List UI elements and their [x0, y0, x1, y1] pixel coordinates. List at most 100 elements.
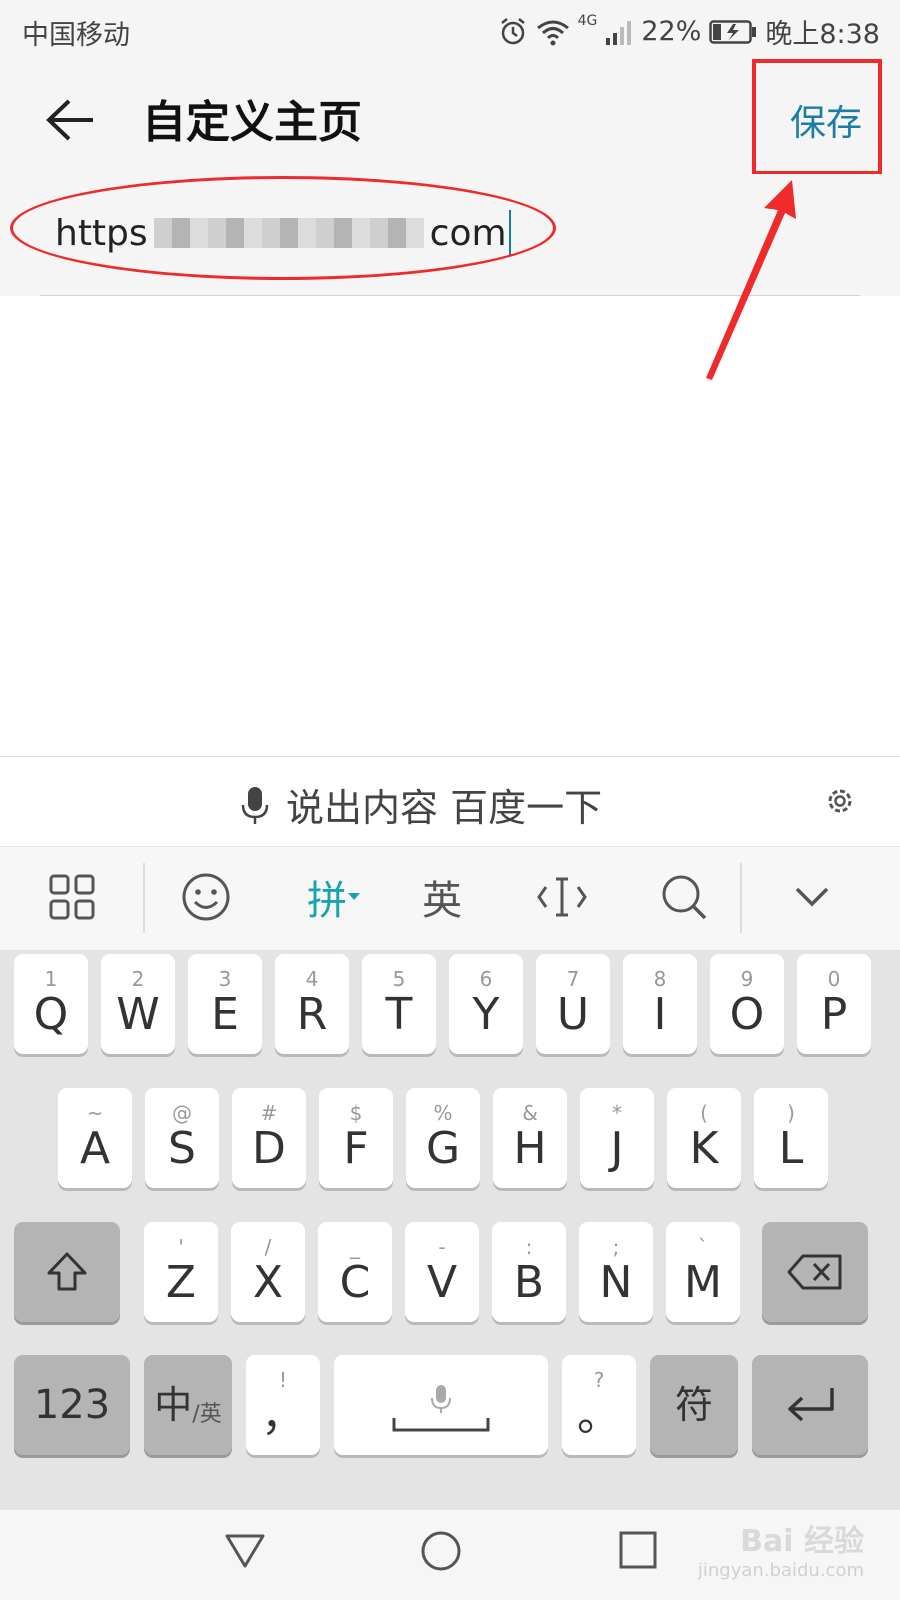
key-label: D	[252, 1123, 286, 1174]
key-f[interactable]: $ F	[319, 1088, 393, 1188]
key-label: T	[385, 989, 413, 1040]
english-mode-button[interactable]: 英	[414, 865, 470, 929]
chevron-down-icon	[795, 887, 829, 907]
key-label: Q	[33, 989, 69, 1040]
numbers-key[interactable]: 123	[14, 1355, 130, 1455]
key-label: J	[610, 1123, 624, 1174]
nav-recents-square-icon[interactable]	[618, 1530, 658, 1570]
watermark-logo: Bai 经验	[740, 1524, 864, 1559]
key-label: R	[296, 989, 328, 1040]
key-hint: ~	[86, 1101, 104, 1125]
key-hint: 0	[827, 967, 841, 991]
key-d[interactable]: # D	[232, 1088, 306, 1188]
pinyin-mode-button[interactable]: 拼	[296, 865, 372, 929]
key-hint: *	[612, 1101, 622, 1125]
key-i[interactable]: 8I	[623, 954, 697, 1054]
hide-keyboard-button[interactable]	[792, 865, 832, 929]
backspace-key[interactable]	[762, 1222, 868, 1322]
key-y[interactable]: 6Y	[449, 954, 523, 1054]
symbols-key[interactable]: 符	[650, 1355, 738, 1455]
key-label: P	[820, 989, 848, 1040]
key-hint: 6	[479, 967, 493, 991]
key-label: F	[343, 1123, 369, 1174]
voice-hint: 说出内容 百度一下	[240, 777, 602, 832]
key-u[interactable]: 7U	[536, 954, 610, 1054]
key-label: H	[513, 1123, 547, 1174]
key-label: I	[653, 989, 667, 1040]
key-s[interactable]: @ S	[145, 1088, 219, 1188]
key-n[interactable]: ; N	[579, 1222, 653, 1322]
enter-key[interactable]	[752, 1355, 868, 1455]
key-hint: @	[172, 1101, 192, 1125]
space-key[interactable]	[334, 1355, 548, 1455]
space-bar-icon	[392, 1418, 490, 1432]
key-hint: /	[264, 1235, 272, 1259]
soft-keyboard: 1Q2W3E4R5T6Y7U8I9O0P ~ A @ S # D $ F% G & H * J(K) L …	[0, 950, 900, 1510]
key-hint: 3	[218, 967, 232, 991]
key-label: C	[339, 1257, 371, 1308]
toolbar-divider	[740, 863, 742, 933]
search-button[interactable]	[656, 865, 712, 929]
key-j[interactable]: * J	[580, 1088, 654, 1188]
key-x[interactable]: / X	[231, 1222, 305, 1322]
key-b[interactable]: :B	[492, 1222, 566, 1322]
period-key-hint: ?	[593, 1368, 605, 1392]
key-r[interactable]: 4R	[275, 954, 349, 1054]
annotation-arrow	[706, 180, 796, 380]
language-toggle-key[interactable]: 中 /英	[144, 1355, 232, 1455]
key-hint: 4	[305, 967, 319, 991]
key-t[interactable]: 5T	[362, 954, 436, 1054]
key-label: G	[425, 1123, 461, 1174]
key-q[interactable]: 1Q	[14, 954, 88, 1054]
key-label: A	[79, 1123, 111, 1174]
key-l[interactable]: ) L	[754, 1088, 828, 1188]
key-c[interactable]: _ C	[318, 1222, 392, 1322]
period-key-label: 。	[577, 1390, 621, 1441]
key-g[interactable]: % G	[406, 1088, 480, 1188]
key-a[interactable]: ~ A	[58, 1088, 132, 1188]
emoji-button[interactable]	[176, 865, 236, 929]
nav-back-triangle-icon[interactable]	[224, 1530, 266, 1572]
key-label: Z	[165, 1257, 197, 1308]
cursor-edit-button[interactable]	[532, 865, 592, 929]
key-hint: :	[525, 1235, 533, 1259]
comma-key[interactable]: ! ，	[246, 1355, 320, 1455]
lang-sub-label: /英	[192, 1402, 222, 1427]
microphone-icon	[431, 1385, 451, 1413]
key-label: N	[599, 1257, 633, 1308]
key-v[interactable]: -V	[405, 1222, 479, 1322]
nav-home-circle-icon[interactable]	[420, 1530, 462, 1572]
key-hint: #	[260, 1101, 278, 1125]
key-hint: 8	[653, 967, 667, 991]
key-label: L	[778, 1123, 804, 1174]
key-h[interactable]: & H	[493, 1088, 567, 1188]
apps-grid-button[interactable]	[40, 865, 104, 929]
microphone-icon	[241, 786, 269, 824]
period-key[interactable]: ? 。	[562, 1355, 636, 1455]
key-e[interactable]: 3E	[188, 954, 262, 1054]
comma-key-hint: !	[278, 1368, 288, 1392]
key-k[interactable]: (K	[667, 1088, 741, 1188]
key-w[interactable]: 2W	[101, 954, 175, 1054]
key-label: O	[729, 989, 765, 1040]
key-label: V	[426, 1257, 458, 1308]
key-label: E	[211, 989, 239, 1040]
comma-key-label: ，	[261, 1390, 305, 1441]
symbols-key-label: 符	[674, 1383, 713, 1427]
key-hint: -	[438, 1235, 446, 1259]
settings-gear-icon[interactable]	[824, 785, 856, 817]
keyboard-toolbar: 拼 英	[0, 846, 900, 950]
key-p[interactable]: 0P	[797, 954, 871, 1054]
key-label: K	[689, 1123, 719, 1174]
key-label: B	[513, 1257, 545, 1308]
key-label: W	[116, 989, 160, 1040]
key-m[interactable]: ` M	[666, 1222, 740, 1322]
key-z[interactable]: ' Z	[144, 1222, 218, 1322]
shift-key[interactable]	[14, 1222, 120, 1322]
voice-input-bar[interactable]: 说出内容 百度一下	[0, 756, 900, 846]
grid-icon	[49, 874, 95, 920]
key-o[interactable]: 9O	[710, 954, 784, 1054]
key-hint: &	[522, 1101, 538, 1125]
key-hint: 1	[44, 967, 58, 991]
smiley-icon	[182, 873, 230, 921]
